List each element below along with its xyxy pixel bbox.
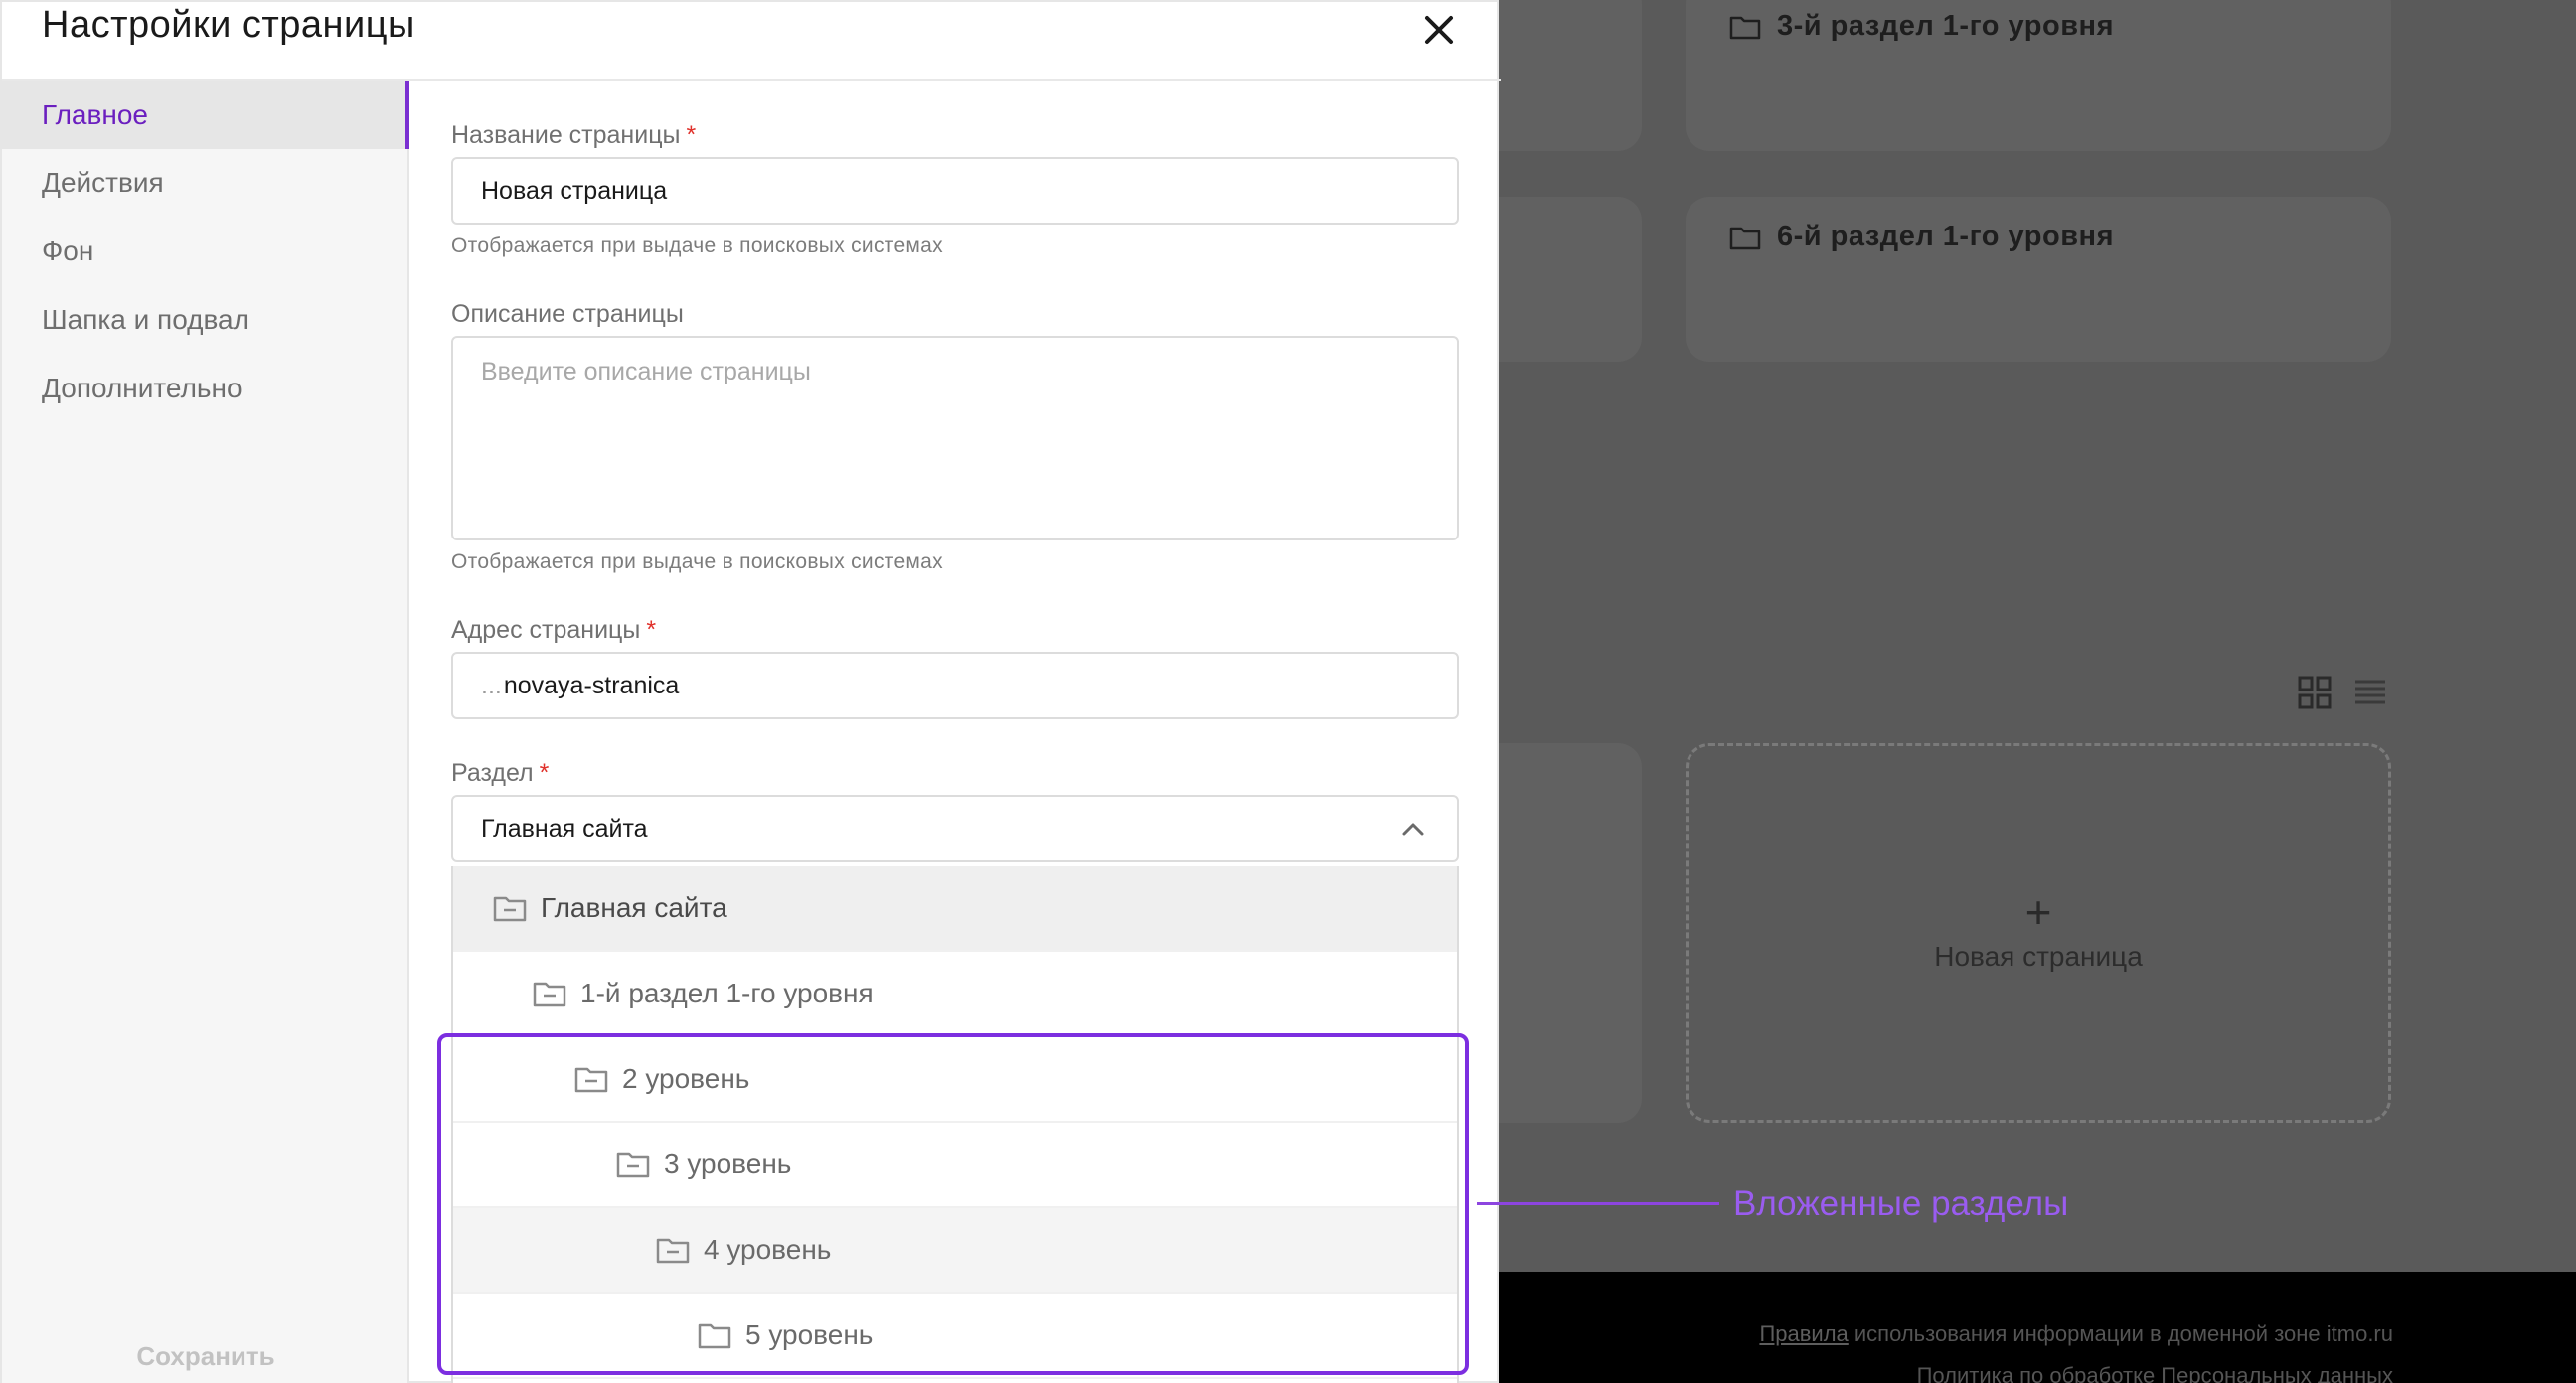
- footer-rules-link[interactable]: Правила: [1759, 1321, 1848, 1346]
- chevron-up-icon: [1402, 823, 1424, 836]
- modal-header: Настройки страницы: [2, 2, 1501, 81]
- view-toggle: [2298, 676, 2387, 709]
- folder-icon: [1729, 16, 1761, 39]
- sidebar-item-background[interactable]: Фон: [2, 218, 409, 285]
- modal-title: Настройки страницы: [42, 4, 415, 46]
- page-description-field[interactable]: Введите описание страницы: [451, 336, 1459, 540]
- url-prefix: ...: [481, 671, 502, 699]
- page-name-value: Новая страница: [481, 176, 668, 205]
- section-card-label: 6-й раздел 1-го уровня: [1777, 221, 2114, 252]
- sidebar-item-label: Дополнительно: [42, 373, 242, 403]
- settings-sidebar: Главное Действия Фон Шапка и подвал Допо…: [2, 81, 409, 1383]
- section-select[interactable]: Главная сайта: [451, 795, 1459, 862]
- page-footer: Правила использования информации в домен…: [1499, 1272, 2576, 1383]
- close-button[interactable]: [1417, 8, 1461, 52]
- section-card[interactable]: 3-й раздел 1-го уровня: [1686, 0, 2391, 151]
- folder-icon: [1729, 227, 1761, 249]
- sidebar-item-main[interactable]: Главное: [2, 81, 409, 149]
- section-card-title: 3-й раздел 1-го уровня: [1729, 10, 2114, 43]
- dropdown-option[interactable]: 1-й раздел 1-го уровня: [453, 952, 1457, 1037]
- dropdown-option-label: Главная сайта: [541, 892, 727, 923]
- sidebar-item-actions[interactable]: Действия: [2, 149, 409, 217]
- save-button[interactable]: Сохранить: [2, 1341, 409, 1372]
- page-address-input[interactable]: ... novaya-stranica: [451, 652, 1459, 719]
- page-address-label-text: Адрес страницы: [451, 616, 641, 644]
- section-label-text: Раздел: [451, 759, 534, 787]
- new-page-label: Новая страница: [1934, 941, 2143, 972]
- page-name-label: Название страницы *: [451, 121, 696, 150]
- section-card-label: 3-й раздел 1-го уровня: [1777, 10, 2114, 42]
- footer-privacy-link[interactable]: Политика по обработке Персональных данны…: [1917, 1363, 2393, 1383]
- folder-minus-icon: [493, 896, 527, 922]
- page-name-label-text: Название страницы: [451, 121, 681, 149]
- footer-rules-rest: использования информации в доменной зоне…: [1848, 1321, 2393, 1346]
- section-select-value: Главная сайта: [481, 814, 648, 843]
- sidebar-item-label: Действия: [42, 167, 164, 198]
- page-description-label: Описание страницы: [451, 300, 684, 328]
- section-label: Раздел *: [451, 759, 549, 788]
- dropdown-option-label: 1-й раздел 1-го уровня: [580, 978, 874, 1008]
- required-mark: *: [646, 616, 657, 644]
- section-card-title: 6-й раздел 1-го уровня: [1729, 221, 2114, 253]
- required-mark: *: [686, 121, 697, 149]
- footer-rules-text: Правила использования информации в домен…: [1759, 1321, 2393, 1347]
- screen: 3-й раздел 1-го уровня 6-й раздел 1-го у…: [0, 0, 2576, 1383]
- page-description-placeholder: Введите описание страницы: [481, 358, 811, 385]
- sidebar-item-label: Главное: [42, 99, 148, 130]
- grid-view-icon[interactable]: [2298, 676, 2332, 709]
- callout-label: Вложенные разделы: [1733, 1184, 2069, 1223]
- sidebar-item-label: Фон: [42, 235, 94, 266]
- page-name-hint: Отображается при выдаче в поисковых сист…: [451, 234, 943, 257]
- list-view-icon[interactable]: [2353, 676, 2387, 709]
- nested-sections-highlight: [437, 1033, 1469, 1375]
- page-address-label: Адрес страницы *: [451, 616, 656, 645]
- folder-minus-icon: [533, 982, 566, 1007]
- required-mark: *: [539, 759, 550, 787]
- new-page-card[interactable]: + Новая страница: [1686, 743, 2391, 1123]
- sidebar-item-header-footer[interactable]: Шапка и подвал: [2, 286, 409, 354]
- close-icon: [1425, 16, 1453, 44]
- page-name-input[interactable]: Новая страница: [451, 157, 1459, 225]
- sidebar-item-advanced[interactable]: Дополнительно: [2, 355, 409, 422]
- sidebar-item-label: Шапка и подвал: [42, 304, 249, 335]
- plus-icon: +: [2024, 886, 2052, 938]
- section-card[interactable]: 6-й раздел 1-го уровня: [1686, 197, 2391, 362]
- dropdown-option[interactable]: Главная сайта: [453, 866, 1457, 952]
- callout-line: [1477, 1202, 1719, 1205]
- page-address-value: novaya-stranica: [503, 671, 680, 699]
- page-description-hint: Отображается при выдаче в поисковых сист…: [451, 550, 943, 573]
